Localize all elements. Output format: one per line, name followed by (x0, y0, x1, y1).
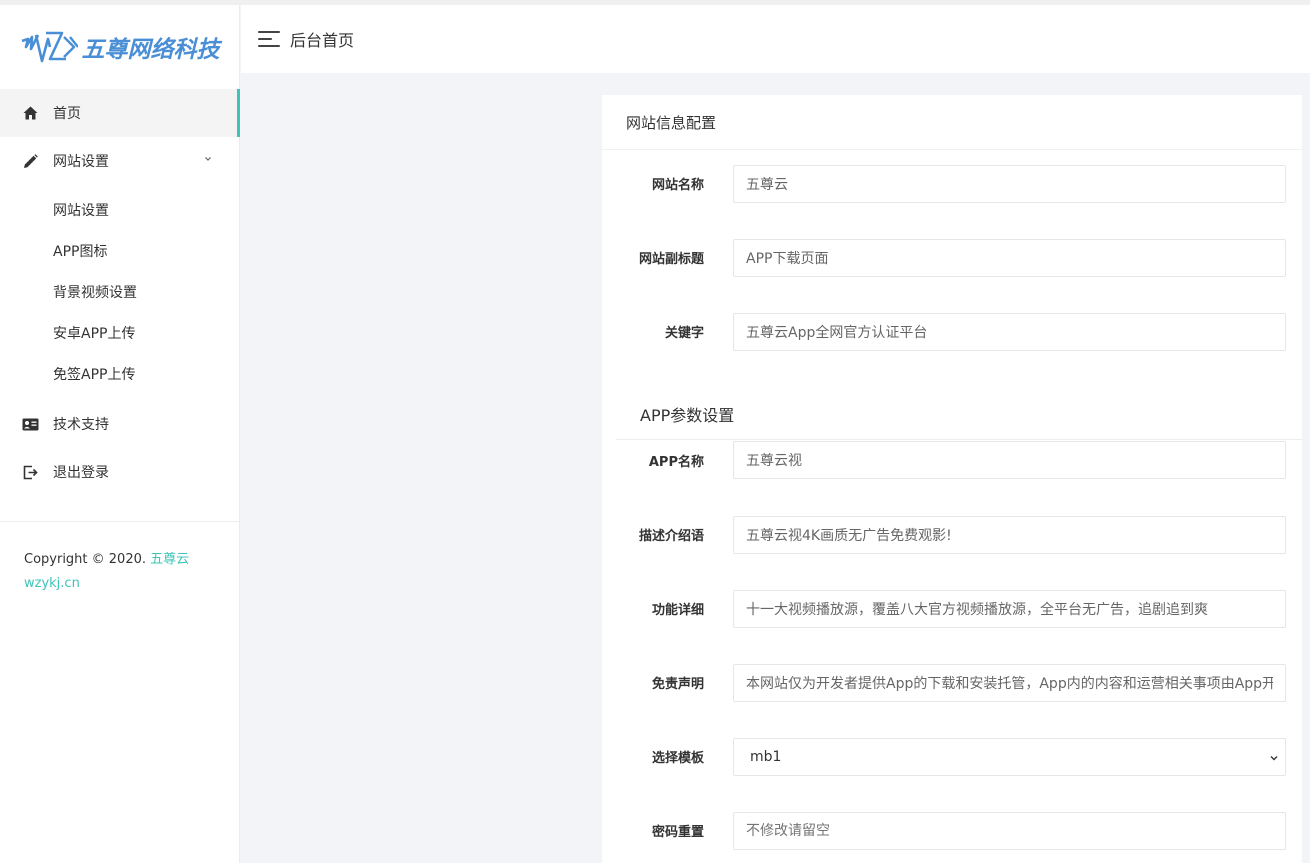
panel-title: 网站信息配置 (602, 95, 1302, 150)
site-subtitle-label: 网站副标题 (638, 252, 704, 267)
form-row-description: 描述介绍语 (602, 516, 1302, 554)
sidebar-subitem-site-settings[interactable]: 网站设置 (0, 189, 239, 230)
chevron-down-icon (205, 157, 211, 161)
menu-toggle-icon[interactable] (258, 31, 280, 47)
password-label: 密码重置 (651, 825, 704, 840)
sidebar-item-label: 退出登录 (53, 465, 109, 481)
sidebar-subitem-android-upload[interactable]: 安卓APP上传 (0, 312, 239, 353)
page-title: 后台首页 (290, 31, 355, 50)
copyright-text: Copyright © 2020. (24, 552, 151, 567)
form-row-keywords: 关键字 (602, 313, 1302, 351)
sidebar-subitem-nosign-upload[interactable]: 免签APP上传 (0, 353, 239, 394)
site-name-input[interactable] (733, 165, 1286, 203)
template-label: 选择模板 (651, 751, 704, 766)
copyright-domain-link[interactable]: wzykj.cn (24, 576, 80, 591)
form-row-disclaimer: 免责声明 (602, 664, 1302, 702)
form-row-password: 密码重置 (602, 812, 1302, 850)
copyright: Copyright © 2020. 五尊云 wzykj.cn (0, 522, 239, 596)
app-section-title: APP参数设置 (640, 406, 735, 425)
keywords-input[interactable] (733, 313, 1286, 351)
site-subtitle-input[interactable] (733, 239, 1286, 277)
brand-logo[interactable]: 五尊网络科技 (0, 5, 239, 89)
disclaimer-input[interactable] (733, 664, 1286, 702)
logout-icon (22, 464, 39, 481)
sidebar-item-site-settings[interactable]: 网站设置 (0, 137, 239, 185)
section-divider (616, 439, 1302, 440)
copyright-brand-link[interactable]: 五尊云 (150, 552, 189, 567)
description-input[interactable] (733, 516, 1286, 554)
logo-text: 五尊网络科技 (81, 37, 220, 63)
form-row-app-name: APP名称 (602, 441, 1302, 479)
sidebar: 五尊网络科技 首页 网站设置 网站设置 APP图标 背景视频设置 安卓APP上传… (0, 5, 240, 863)
id-card-icon (22, 416, 39, 433)
form-row-features: 功能详细 (602, 590, 1302, 628)
sidebar-nav: 首页 网站设置 (0, 89, 240, 185)
template-select[interactable]: mb1 (733, 738, 1286, 776)
app-name-label: APP名称 (648, 455, 704, 470)
disclaimer-label: 免责声明 (651, 677, 704, 692)
description-label: 描述介绍语 (638, 529, 704, 544)
app-name-input[interactable] (733, 441, 1286, 479)
sidebar-item-label: 网站设置 (53, 154, 109, 170)
sidebar-subitem-app-icon[interactable]: APP图标 (0, 230, 239, 271)
home-icon (22, 105, 39, 122)
features-label: 功能详细 (651, 603, 704, 618)
form-row-site-name: 网站名称 (602, 165, 1302, 203)
features-input[interactable] (733, 590, 1286, 628)
keywords-label: 关键字 (664, 326, 704, 341)
form-row-template: 选择模板 mb1 (602, 738, 1302, 776)
settings-panel: 网站信息配置 网站名称 网站副标题 关键字 APP参数设置 APP名称 描述介绍… (602, 95, 1302, 863)
pencil-icon (22, 153, 39, 170)
form-row-site-subtitle: 网站副标题 (602, 239, 1302, 277)
sidebar-nav-bottom: 技术支持 退出登录 (0, 400, 239, 496)
template-select-value: mb1 (750, 749, 782, 765)
sidebar-item-label: 技术支持 (53, 417, 109, 433)
password-input[interactable] (733, 812, 1286, 850)
sidebar-subnav: 网站设置 APP图标 背景视频设置 安卓APP上传 免签APP上传 (0, 185, 239, 400)
chevron-down-icon (1270, 756, 1278, 761)
sidebar-subitem-bg-video[interactable]: 背景视频设置 (0, 271, 239, 312)
sidebar-item-logout[interactable]: 退出登录 (0, 448, 239, 496)
sidebar-item-home[interactable]: 首页 (0, 89, 240, 137)
logo-mark-icon (21, 31, 78, 63)
sidebar-item-support[interactable]: 技术支持 (0, 400, 239, 448)
site-name-label: 网站名称 (651, 178, 704, 193)
top-header: 后台首页 (241, 5, 1310, 73)
sidebar-item-label: 首页 (53, 106, 81, 122)
